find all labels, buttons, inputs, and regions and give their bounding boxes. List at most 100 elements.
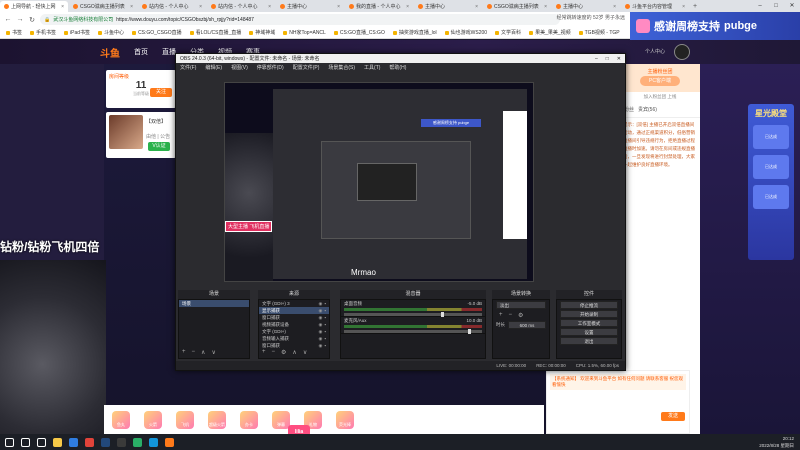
- tab-close-icon[interactable]: ×: [130, 4, 133, 10]
- close-icon[interactable]: ✕: [784, 0, 800, 12]
- tab-close-icon[interactable]: ×: [199, 4, 202, 10]
- lock-icon[interactable]: ▪: [324, 336, 326, 341]
- source-item[interactable]: 视频捕获设备 ◉ ▪: [259, 321, 329, 328]
- slider-handle[interactable]: [468, 329, 472, 334]
- send-button[interactable]: 发送: [661, 412, 685, 421]
- bookmark-item[interactable]: 果美_果美_视频: [529, 29, 571, 36]
- bookmark-item[interactable]: 斗鱼中心: [98, 29, 124, 36]
- url-field[interactable]: 🔒 武汉斗鱼网络科技有限公司 https://www.douyu.com/top…: [40, 14, 560, 25]
- volume-slider[interactable]: [344, 312, 482, 317]
- browser-tab[interactable]: CSGO滋病主播列表 ×: [483, 1, 551, 12]
- transition-select[interactable]: 淡出: [496, 301, 546, 309]
- bookmark-item[interactable]: 抽奖游戏直播_lol: [393, 29, 437, 36]
- bookmark-item[interactable]: iPad书签: [64, 29, 90, 36]
- promo-item-2[interactable]: 已达成: [753, 155, 789, 179]
- system-tray-clock[interactable]: 20:12 2022/8/28 星期日: [759, 435, 794, 449]
- add-transition-icon[interactable]: +: [499, 312, 503, 319]
- control-button[interactable]: 开始录制: [560, 310, 618, 318]
- source-settings-icon[interactable]: ⚙: [281, 349, 286, 356]
- transition-settings-icon[interactable]: ⚙: [518, 312, 523, 319]
- remove-scene-icon[interactable]: −: [192, 349, 196, 356]
- lock-icon[interactable]: ▪: [324, 329, 326, 334]
- douyu-logo[interactable]: 斗鱼: [100, 45, 120, 60]
- promo-widget[interactable]: 星光殿堂 已达成 已达成 已达成: [748, 104, 794, 260]
- obs-menu-item[interactable]: 视图(V): [231, 64, 248, 71]
- bookmark-item[interactable]: 书签: [6, 29, 22, 36]
- add-scene-icon[interactable]: +: [182, 349, 186, 356]
- remove-transition-icon[interactable]: −: [509, 312, 513, 319]
- new-tab-button[interactable]: +: [690, 1, 700, 12]
- bookmark-item[interactable]: 神域神域: [249, 29, 275, 36]
- browser-tab[interactable]: 斗鱼平台内容管理 ×: [621, 1, 689, 12]
- nav-item[interactable]: 首页: [134, 47, 148, 57]
- steam-icon[interactable]: [98, 435, 112, 449]
- follow-button[interactable]: 关注: [150, 88, 172, 97]
- source-item[interactable]: 文字 (GDI+) 3 ◉ ▪: [259, 300, 329, 307]
- avatar[interactable]: [674, 44, 690, 60]
- bookmark-item[interactable]: CS:GO_CSGO直播: [132, 29, 182, 36]
- minimize-icon[interactable]: –: [752, 0, 768, 12]
- douyu-icon[interactable]: [162, 435, 176, 449]
- obs-menu-item[interactable]: 配置文件(P): [293, 64, 320, 71]
- nav-item[interactable]: 直播: [162, 47, 176, 57]
- tab-close-icon[interactable]: ×: [337, 4, 340, 10]
- pc-client-button[interactable]: PC客户端: [640, 76, 680, 86]
- visibility-icon[interactable]: ◉: [318, 301, 322, 307]
- browser-tab[interactable]: 我的直播 - 个人中心 ×: [345, 1, 413, 12]
- gift-item[interactable]: 火箭: [144, 410, 162, 429]
- source-item[interactable]: 音频输入捕获 ◉ ▪: [259, 335, 329, 342]
- move-down-icon[interactable]: ∨: [303, 349, 307, 356]
- browser-tab[interactable]: 主播中心 ×: [414, 1, 482, 12]
- visibility-icon[interactable]: ◉: [318, 322, 322, 328]
- remove-source-icon[interactable]: −: [272, 349, 276, 356]
- source-item[interactable]: 文字 (GDI+) ◉ ▪: [259, 328, 329, 335]
- bookmark-item[interactable]: 仙也游戏WS200: [445, 29, 487, 36]
- chrome-icon[interactable]: [82, 435, 96, 449]
- browser-tab[interactable]: 站内信 - 个人中心 ×: [138, 1, 206, 12]
- gift-item[interactable]: 办卡: [240, 410, 258, 429]
- obs-window[interactable]: OBS 24.0.3 (64-bit, windows) - 配置文件: 未命名…: [175, 53, 626, 371]
- search-icon[interactable]: [18, 435, 32, 449]
- browser-tab[interactable]: 站内信 - 个人中心 ×: [207, 1, 275, 12]
- duration-field[interactable]: 600 ms: [508, 321, 546, 329]
- obs-menu-item[interactable]: 帮助(H): [389, 64, 406, 71]
- source-item[interactable]: 窗口捕获 ◉ ▪: [259, 342, 329, 349]
- bookmark-item[interactable]: 文学百科: [495, 29, 521, 36]
- visibility-icon[interactable]: ◉: [318, 308, 322, 314]
- visibility-icon[interactable]: ◉: [318, 336, 322, 342]
- sponsor-banner[interactable]: 感谢周榜支持 pubge: [630, 12, 800, 40]
- anchor-avatar[interactable]: [109, 115, 143, 149]
- tab-close-icon[interactable]: ×: [613, 4, 616, 10]
- bookmark-item[interactable]: TGB视频 - TGP: [579, 29, 620, 36]
- move-up-icon[interactable]: ∧: [292, 349, 296, 356]
- tab-close-icon[interactable]: ×: [268, 4, 271, 10]
- maximize-icon[interactable]: □: [768, 0, 784, 12]
- edge-icon[interactable]: [66, 435, 80, 449]
- source-item[interactable]: 显示捕获 ◉ ▪: [259, 307, 329, 314]
- control-button[interactable]: 退出: [560, 337, 618, 345]
- qq-icon[interactable]: [146, 435, 160, 449]
- lock-icon[interactable]: ▪: [324, 322, 326, 327]
- verify-button[interactable]: V认证: [148, 142, 170, 151]
- scene-item[interactable]: 场景: [179, 300, 249, 307]
- lock-icon[interactable]: ▪: [324, 308, 326, 313]
- volume-slider[interactable]: [344, 329, 482, 334]
- forward-icon[interactable]: →: [16, 16, 24, 23]
- wechat-icon[interactable]: [130, 435, 144, 449]
- move-up-icon[interactable]: ∧: [201, 349, 205, 356]
- browser-tab[interactable]: 主播中心 ×: [276, 1, 344, 12]
- bookmark-item[interactable]: CS:GO直播_CS:GO: [334, 29, 385, 36]
- lock-icon[interactable]: ▪: [324, 343, 326, 348]
- browser-tab[interactable]: 上网导航 - 轻快上网 ×: [0, 1, 68, 12]
- bookmark-item[interactable]: 看LOL/CS直播_直播: [190, 29, 242, 36]
- obs-menu-item[interactable]: 文件(F): [180, 64, 196, 71]
- add-source-icon[interactable]: +: [262, 349, 266, 356]
- promo-item-3[interactable]: 已达成: [753, 185, 789, 209]
- control-button[interactable]: 设置: [560, 328, 618, 336]
- back-icon[interactable]: ←: [4, 16, 12, 23]
- reload-icon[interactable]: ↻: [28, 16, 36, 24]
- explorer-icon[interactable]: [50, 435, 64, 449]
- slider-handle[interactable]: [440, 312, 444, 317]
- control-button[interactable]: 停止推流: [560, 301, 618, 309]
- right-panel-tab[interactable]: 贵宾(56): [638, 106, 657, 113]
